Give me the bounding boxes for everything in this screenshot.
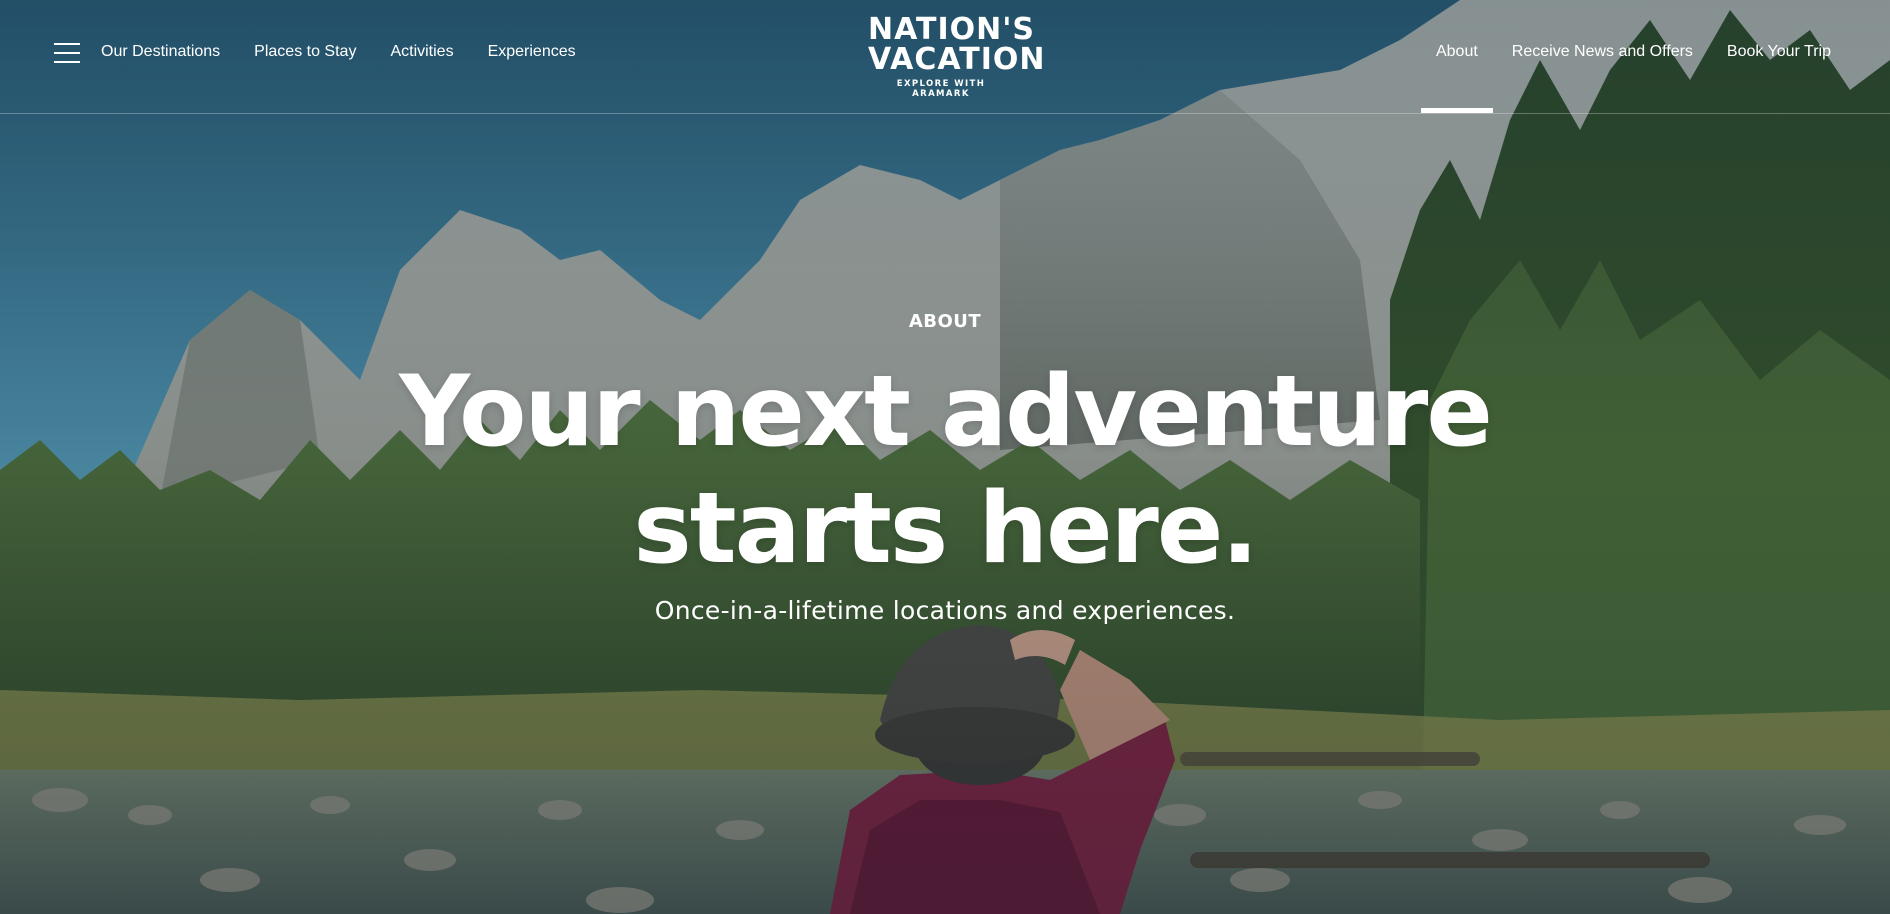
nav-our-destinations[interactable]: Our Destinations	[101, 42, 220, 62]
nav-book-your-trip[interactable]: Book Your Trip	[1727, 42, 1831, 62]
logo-name-line-1: NATION'S	[868, 12, 1036, 47]
nav-places-to-stay[interactable]: Places to Stay	[254, 42, 356, 62]
nav-activities[interactable]: Activities	[390, 42, 453, 62]
primary-nav: Our Destinations Places to Stay Activiti…	[101, 42, 610, 62]
top-navigation-bar: Our Destinations Places to Stay Activiti…	[0, 0, 1890, 114]
nav-receive-news-and-offers[interactable]: Receive News and Offers	[1512, 42, 1693, 62]
secondary-nav: About Receive News and Offers Book Your …	[1402, 42, 1831, 113]
hero-headline-line-2: starts here.	[633, 472, 1258, 586]
hero-headline-line-1: Your next adventure	[399, 355, 1493, 469]
logo-tagline: EXPLORE WITH ARAMARK	[896, 79, 986, 99]
logo-name-line-2: VACATION	[868, 42, 1046, 77]
nav-about[interactable]: About	[1421, 42, 1493, 113]
nav-experiences[interactable]: Experiences	[488, 42, 576, 62]
hamburger-menu-icon[interactable]	[54, 42, 80, 64]
site-logo[interactable]: NATION'S VACATION EXPLORE WITH ARAMARK	[868, 12, 1046, 100]
hero-headline: Your next adventure starts here.	[0, 354, 1890, 588]
hero-subheading: Once-in-a-lifetime locations and experie…	[654, 596, 1236, 625]
hero-section: Our Destinations Places to Stay Activiti…	[0, 0, 1890, 914]
hero-eyebrow: ABOUT	[908, 311, 982, 332]
